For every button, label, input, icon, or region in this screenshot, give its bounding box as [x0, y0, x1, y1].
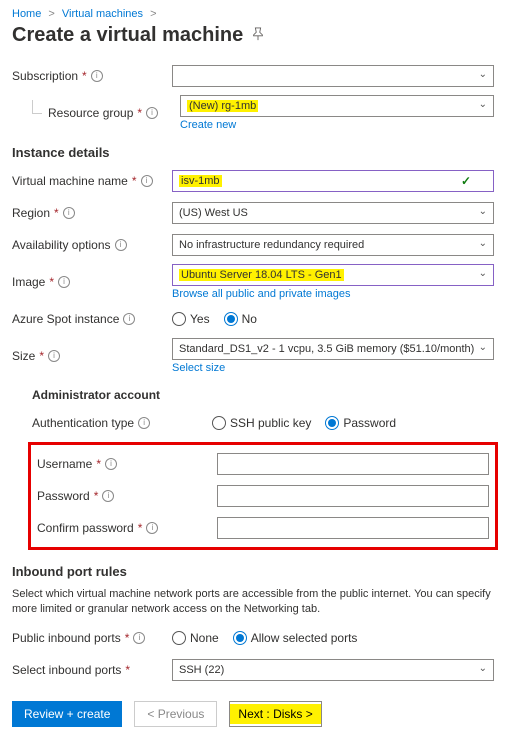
availability-select[interactable]: No infrastructure redundancy required ⌄ — [172, 234, 494, 256]
label-password: Password* i — [37, 489, 217, 503]
check-icon: ✓ — [461, 174, 471, 188]
inbound-description: Select which virtual machine network por… — [12, 587, 494, 617]
subscription-select[interactable]: ⌄ — [172, 65, 494, 87]
spot-no-radio[interactable]: No — [224, 312, 257, 326]
section-inbound-rules: Inbound port rules — [12, 564, 494, 579]
row-region: Region* i (US) West US ⌄ — [12, 200, 494, 226]
next-button[interactable]: Next : Disks > — [229, 701, 321, 727]
row-auth-type: Authentication type i SSH public key Pas… — [32, 410, 494, 436]
info-icon[interactable]: i — [91, 70, 103, 82]
vm-name-input[interactable]: isv-1mb ✓ — [172, 170, 494, 192]
page-title: Create a virtual machine — [12, 24, 243, 47]
spot-yes-radio[interactable]: Yes — [172, 312, 210, 326]
chevron-down-icon: ⌄ — [479, 663, 487, 674]
info-icon[interactable]: i — [133, 632, 145, 644]
row-availability: Availability options i No infrastructure… — [12, 232, 494, 258]
ports-none-radio[interactable]: None — [172, 631, 219, 645]
credentials-highlight-box: Username* i Password* i Confirm password… — [28, 442, 498, 550]
region-select[interactable]: (US) West US ⌄ — [172, 202, 494, 224]
chevron-down-icon: ⌄ — [479, 69, 487, 80]
chevron-down-icon: ⌄ — [479, 238, 487, 249]
chevron-down-icon: ⌄ — [479, 206, 487, 217]
info-icon[interactable]: i — [63, 207, 75, 219]
resource-group-select[interactable]: (New) rg-1mb ⌄ — [180, 95, 494, 117]
label-select-ports: Select inbound ports* — [12, 663, 172, 677]
row-confirm-password: Confirm password* i — [37, 515, 489, 541]
info-icon[interactable]: i — [123, 313, 135, 325]
footer-actions: Review + create < Previous Next : Disks … — [12, 701, 494, 727]
chevron-down-icon: ⌄ — [479, 268, 487, 279]
info-icon[interactable]: i — [48, 350, 60, 362]
section-admin-account: Administrator account — [32, 388, 494, 402]
spot-radio-group: Yes No — [172, 312, 257, 326]
auth-ssh-radio[interactable]: SSH public key — [212, 416, 311, 430]
row-public-ports: Public inbound ports* i None Allow selec… — [12, 625, 494, 651]
next-button-label: Next : Disks > — [230, 704, 320, 724]
label-region: Region* i — [12, 206, 172, 220]
label-spot: Azure Spot instance i — [12, 312, 172, 326]
size-select[interactable]: Standard_DS1_v2 - 1 vcpu, 3.5 GiB memory… — [172, 338, 494, 360]
row-spot: Azure Spot instance i Yes No — [12, 306, 494, 332]
row-image: Image* i Ubuntu Server 18.04 LTS - Gen1 … — [12, 264, 494, 300]
breadcrumb-sep-2: > — [150, 8, 156, 20]
label-subscription: Subscription* i — [12, 69, 172, 83]
info-icon[interactable]: i — [102, 490, 114, 502]
info-icon[interactable]: i — [115, 239, 127, 251]
image-select[interactable]: Ubuntu Server 18.04 LTS - Gen1 ⌄ — [172, 264, 494, 286]
breadcrumb: Home > Virtual machines > — [12, 8, 494, 20]
breadcrumb-home[interactable]: Home — [12, 8, 41, 20]
label-resource-group: Resource group* i — [48, 106, 180, 120]
page-title-row: Create a virtual machine — [12, 24, 494, 47]
select-ports-select[interactable]: SSH (22) ⌄ — [172, 659, 494, 681]
label-confirm-password: Confirm password* i — [37, 521, 217, 535]
chevron-down-icon: ⌄ — [479, 342, 487, 353]
info-icon[interactable]: i — [58, 276, 70, 288]
label-image: Image* i — [12, 275, 172, 289]
row-username: Username* i — [37, 451, 489, 477]
pin-icon[interactable] — [251, 27, 265, 44]
section-instance-details: Instance details — [12, 145, 494, 160]
label-size: Size* i — [12, 349, 172, 363]
breadcrumb-vms[interactable]: Virtual machines — [62, 8, 143, 20]
auth-password-radio[interactable]: Password — [325, 416, 396, 430]
chevron-down-icon: ⌄ — [479, 99, 487, 110]
row-resource-group: Resource group* i (New) rg-1mb ⌄ Create … — [12, 95, 494, 131]
label-username: Username* i — [37, 457, 217, 471]
review-create-button[interactable]: Review + create — [12, 701, 122, 727]
row-vm-name: Virtual machine name* i isv-1mb ✓ — [12, 168, 494, 194]
row-subscription: Subscription* i ⌄ — [12, 63, 494, 89]
label-public-ports: Public inbound ports* i — [12, 631, 172, 645]
label-availability: Availability options i — [12, 238, 172, 252]
browse-images-link[interactable]: Browse all public and private images — [172, 288, 494, 300]
password-input[interactable] — [217, 485, 489, 507]
auth-radio-group: SSH public key Password — [212, 416, 396, 430]
tree-connector-icon — [32, 100, 42, 114]
previous-button[interactable]: < Previous — [134, 701, 217, 727]
row-select-ports: Select inbound ports* SSH (22) ⌄ — [12, 657, 494, 683]
label-auth-type: Authentication type i — [32, 416, 212, 430]
username-input[interactable] — [217, 453, 489, 475]
info-icon[interactable]: i — [146, 522, 158, 534]
breadcrumb-sep: > — [48, 8, 54, 20]
row-password: Password* i — [37, 483, 489, 509]
info-icon[interactable]: i — [105, 458, 117, 470]
create-new-link[interactable]: Create new — [180, 119, 494, 131]
select-size-link[interactable]: Select size — [172, 362, 494, 374]
confirm-password-input[interactable] — [217, 517, 489, 539]
ports-allow-radio[interactable]: Allow selected ports — [233, 631, 358, 645]
label-vm-name: Virtual machine name* i — [12, 174, 172, 188]
info-icon[interactable]: i — [138, 417, 150, 429]
info-icon[interactable]: i — [141, 175, 153, 187]
row-size: Size* i Standard_DS1_v2 - 1 vcpu, 3.5 Gi… — [12, 338, 494, 374]
info-icon[interactable]: i — [146, 107, 158, 119]
public-ports-radio-group: None Allow selected ports — [172, 631, 357, 645]
